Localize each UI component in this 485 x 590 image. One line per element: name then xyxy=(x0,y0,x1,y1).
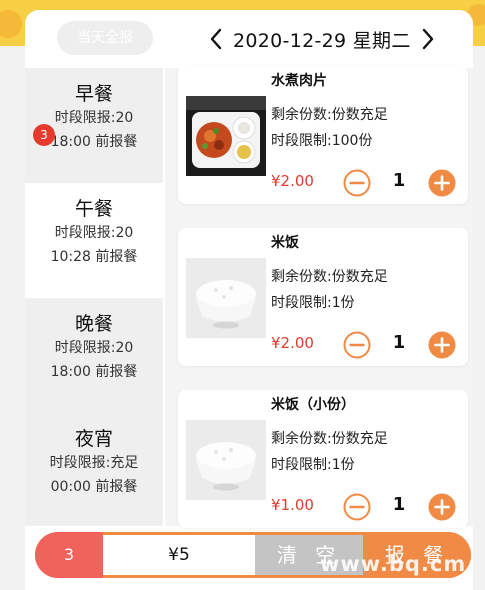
dish-remaining: 剩余份数:份数充足 xyxy=(271,107,388,123)
dish-remaining: 剩余份数:份数充足 xyxy=(271,431,388,447)
spicy-boiled-pork-photo xyxy=(186,96,266,176)
minus-circle-icon[interactable] xyxy=(343,493,371,521)
sidebar-item-dinner[interactable]: 晚餐 时段限报:20 18:00 前报餐 xyxy=(25,298,163,413)
dish-card: 米饭（小份） 剩余份数:份数充足 时段限制:1份 ¥1.00 1 xyxy=(178,390,468,528)
plus-circle-icon[interactable] xyxy=(428,493,456,521)
current-date: 2020-12-29 星期二 xyxy=(233,29,411,52)
chevron-left-icon[interactable] xyxy=(205,25,227,53)
dish-price: ¥2.00 xyxy=(271,172,314,190)
header-bar: 当天全报 2020-12-29 星期二 xyxy=(25,10,473,68)
chevron-right-icon[interactable] xyxy=(417,25,439,53)
dish-limit: 时段限制:1份 xyxy=(271,457,355,473)
rice-bowl-photo xyxy=(186,420,266,500)
dish-limit: 时段限制:1份 xyxy=(271,295,355,311)
meal-period-limit: 时段限报:充足 xyxy=(49,455,139,471)
minus-circle-icon[interactable] xyxy=(343,169,371,197)
sidebar-item-late-snack[interactable]: 夜宵 时段限报:充足 00:00 前报餐 xyxy=(25,413,163,528)
meal-order-panel: 当天全报 2020-12-29 星期二 早餐 时段限报:20 18:00 前报餐… xyxy=(25,10,473,590)
date-navigator: 2020-12-29 星期二 xyxy=(205,24,439,54)
dish-quantity: 1 xyxy=(392,170,406,191)
meal-period-deadline: 00:00 前报餐 xyxy=(50,479,138,495)
dish-price: ¥1.00 xyxy=(271,496,314,514)
dish-limit: 时段限制:100份 xyxy=(271,133,373,149)
minus-circle-icon[interactable] xyxy=(343,331,371,359)
meal-period-limit: 时段限报:20 xyxy=(54,225,134,241)
meal-period-name: 午餐 xyxy=(74,198,113,220)
dish-price: ¥2.00 xyxy=(271,334,314,352)
dish-card: 米饭 剩余份数:份数充足 时段限制:1份 ¥2.00 1 xyxy=(178,228,468,366)
meal-period-limit: 时段限报:20 xyxy=(54,340,134,356)
dish-quantity: 1 xyxy=(392,332,406,353)
dish-list: 水煮肉片 剩余份数:份数充足 时段限制:100份 ¥2.00 1 米饭 剩余份数… xyxy=(165,66,473,528)
dish-name: 水煮肉片 xyxy=(271,73,327,89)
plus-circle-icon[interactable] xyxy=(428,331,456,359)
dish-name: 米饭（小份） xyxy=(271,397,355,413)
order-total: ¥5 xyxy=(103,535,255,575)
dish-quantity: 1 xyxy=(392,494,406,515)
plus-circle-icon[interactable] xyxy=(428,169,456,197)
dish-card: 水煮肉片 剩余份数:份数充足 时段限制:100份 ¥2.00 1 xyxy=(178,66,468,204)
meal-period-deadline: 10:28 前报餐 xyxy=(50,249,138,265)
sidebar-item-lunch[interactable]: 午餐 时段限报:20 10:28 前报餐 xyxy=(25,183,163,298)
dish-remaining: 剩余份数:份数充足 xyxy=(271,269,388,285)
lunch-count-badge: 3 xyxy=(33,124,55,146)
meal-period-deadline: 18:00 前报餐 xyxy=(50,364,138,380)
report-all-day-button[interactable]: 当天全报 xyxy=(57,21,153,55)
meal-period-name: 早餐 xyxy=(74,83,113,105)
rice-bowl-photo xyxy=(186,258,266,338)
order-count: 3 xyxy=(35,532,103,578)
dish-name: 米饭 xyxy=(271,235,299,251)
meal-period-name: 晚餐 xyxy=(74,313,113,335)
meal-period-name: 夜宵 xyxy=(74,428,113,450)
watermark-text: www.bq.cm xyxy=(320,552,467,576)
